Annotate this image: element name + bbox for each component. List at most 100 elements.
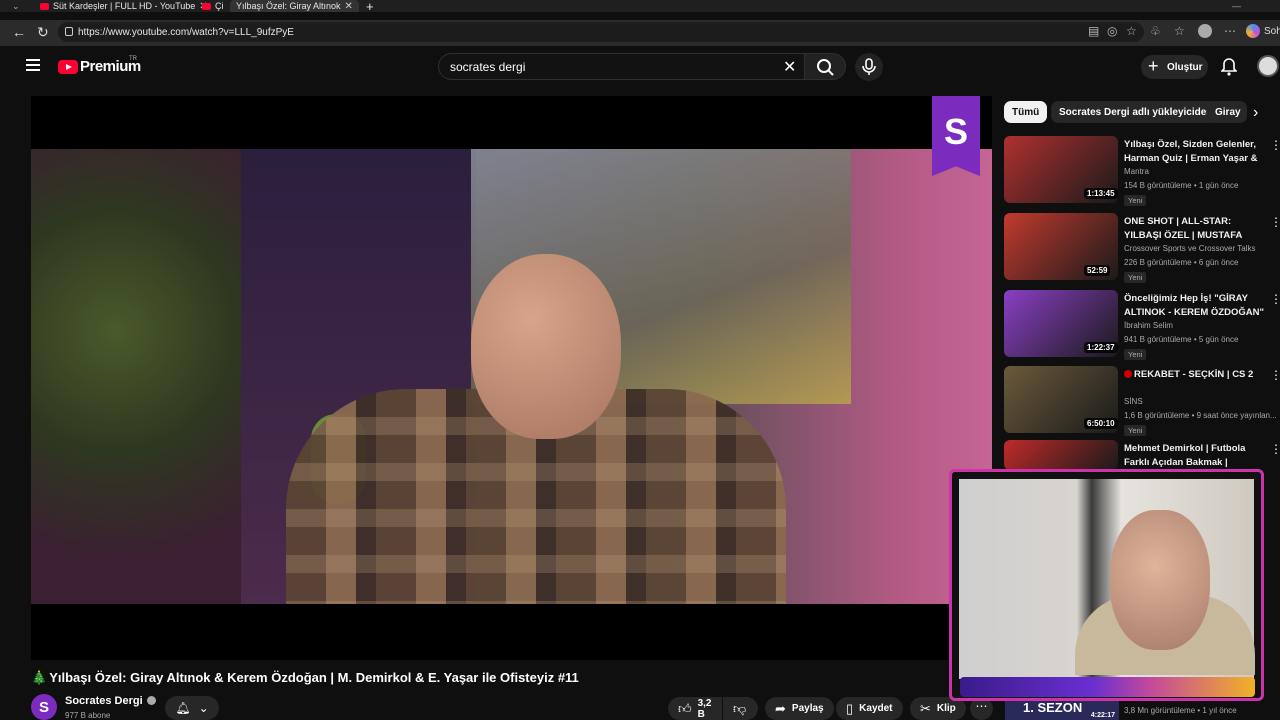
video-duration: 1:22:37 [1084,342,1118,353]
hamburger-menu-icon[interactable] [26,59,40,71]
bookmark-icon: ▯ [846,700,854,716]
favorite-star-icon[interactable]: ☆ [1126,24,1137,38]
video-player[interactable]: S [31,96,992,660]
recommendation-title[interactable]: Önceliğimiz Hep İş! "GİRAY ALTINOK - KER… [1124,292,1264,320]
partial-recommendation-meta: 3,8 Mn görüntüleme • 1 yıl önce [1124,706,1237,715]
partial-thumb-text: 1. SEZON [1023,700,1083,715]
back-arrow-icon[interactable]: ← [12,24,26,40]
christmas-tree [31,149,241,604]
verified-check-icon [146,696,156,705]
channel-watermark-logo[interactable]: S [932,96,980,176]
chip-from-uploader[interactable]: Socrates Dergi adlı yükleyiciden [1051,101,1221,123]
browser-tab-1[interactable]: Süt Kardeşler | FULL HD - YouTube ✕ [40,0,208,12]
browser-tab-active[interactable]: Yılbaşı Özel: Giray Altınok ✕ [230,0,359,12]
bell-icon: 🔔︎ [175,701,191,715]
save-button[interactable]: ▯ Kaydet [836,697,903,720]
youtube-logo-icon[interactable] [58,60,78,74]
channel-avatar[interactable]: S [31,694,57,720]
voice-search-button[interactable] [855,53,883,81]
tracking-off-icon[interactable]: ◎ [1107,24,1117,38]
recommendation-title-text: ONE SHOT | ALL-STAR: YILBAŞI ÖZEL | MUST… [1124,216,1243,241]
recommendation-channel[interactable]: SİNS [1124,397,1274,406]
copilot-icon[interactable] [1246,24,1260,38]
recommendation-title[interactable]: Mehmet Demirkol | Futbola Farklı Açıdan … [1124,442,1264,470]
minimize-window-icon[interactable]: — [1232,0,1241,12]
close-tab-icon[interactable]: ✕ [345,1,353,12]
kebab-menu-icon[interactable]: ⋮ [1270,292,1280,306]
browser-tab-2[interactable]: Çi [202,0,224,12]
search-input[interactable]: socrates dergi [438,53,808,80]
search-icon [817,59,834,76]
more-menu-icon[interactable]: ⋯ [1224,24,1236,38]
share-arrow-icon: ➦ [775,700,786,716]
reload-icon[interactable]: ↻ [37,24,49,41]
recommendation-channel[interactable]: Mantra [1124,167,1274,176]
chip-label: Tümü [1012,106,1040,118]
dislike-button[interactable]: 👎︎ [723,697,758,720]
subscription-notifications-button[interactable]: 🔔︎ ⌄ [165,696,219,720]
recommendation-thumbnail[interactable] [1004,440,1118,470]
account-avatar[interactable] [1257,55,1279,77]
partial-duration: 4:22:17 [1090,712,1115,719]
recommendation-title-text: Yılbaşı Özel, Sizden Gelenler, Harman Qu… [1124,139,1258,164]
chip-giray[interactable]: Giray [1207,101,1247,123]
youtube-watch-page: ⌄ Süt Kardeşler | FULL HD - YouTube ✕ Çi… [0,0,1280,720]
recommendation-meta: 226 B görüntüleme • 6 gün önce [1124,258,1239,267]
recommendation-item[interactable]: 1:22:37 Önceliğimiz Hep İş! "GİRAY ALTINO… [1004,290,1280,360]
recommendation-title[interactable]: ONE SHOT | ALL-STAR: YILBAŞI ÖZEL | MUST… [1124,215,1264,243]
kebab-menu-icon[interactable]: ⋮ [1270,368,1280,382]
recommendation-item[interactable]: 6:50:10 REKABET - SEÇKİN | CS 2 SİNS 1,6 B … [1004,366,1280,436]
profile-avatar-icon[interactable] [1198,24,1212,38]
clip-label: Klip [936,703,956,714]
youtube-favicon-icon [202,2,211,10]
new-tab-icon[interactable]: + [366,0,374,14]
video-duration: 52:59 [1084,265,1111,276]
new-badge: Yeni [1124,195,1147,206]
search-button[interactable] [804,53,846,80]
microphone-icon [862,58,876,75]
title-tree-emoji: 🎄 [31,670,48,685]
recommendation-channel[interactable]: İbrahim Selim [1124,321,1274,330]
recommendation-meta: 1,6 B görüntüleme • 9 saat önce yayınlan… [1124,411,1277,420]
clear-search-icon[interactable]: ✕ [783,57,796,77]
new-badge: Yeni [1124,349,1147,360]
recommendation-channel[interactable]: Crossover Sports ve Crossover Talks [1124,244,1274,253]
watermark-letter: S [943,111,968,152]
chevron-right-icon[interactable]: › [1253,104,1258,122]
extensions-icon[interactable]: ♧ [1150,24,1161,38]
recommendation-title-text: Mehmet Demirkol | Futbola Farklı Açıdan … [1124,443,1246,468]
notifications-bell-icon[interactable] [1221,58,1237,76]
webcam-gradient-bar [960,677,1255,697]
recommendation-title[interactable]: REKABET - SEÇKİN | CS 2 [1124,368,1264,382]
kebab-menu-icon[interactable]: ⋮ [1270,138,1280,152]
share-button[interactable]: ➦ Paylaş [765,697,834,720]
collections-icon[interactable]: ☆ [1174,24,1185,38]
partial-recommendation-thumbnail[interactable]: 1. SEZON 4:22:17 [1005,700,1119,720]
like-count: 3,2 B [697,697,712,720]
save-label: Kaydet [859,703,893,714]
kebab-menu-icon[interactable]: ⋮ [1270,442,1280,456]
channel-name[interactable]: Socrates Dergi [65,695,156,707]
recommendation-title[interactable]: Yılbaşı Özel, Sizden Gelenler, Harman Qu… [1124,138,1264,166]
plus-icon: + [1148,56,1159,76]
recommendation-item[interactable]: 52:59 ONE SHOT | ALL-STAR: YILBAŞI ÖZEL |… [1004,213,1280,283]
chip-label: Socrates Dergi adlı yükleyiciden [1059,106,1213,118]
create-label: Oluştur [1167,61,1203,73]
create-button[interactable]: + Oluştur [1141,55,1208,79]
chip-all[interactable]: Tümü [1004,101,1048,123]
url-field[interactable]: https://www.youtube.com/watch?v=LLL_9ufz… [58,22,1144,42]
profile-label[interactable]: Soh [1264,26,1280,37]
tab-list-chevron-icon[interactable]: ⌄ [12,0,20,12]
url-text: https://www.youtube.com/watch?v=LLL_9ufz… [78,26,294,38]
lock-icon [65,27,73,36]
tab-label: Süt Kardeşler | FULL HD - YouTube [53,1,196,11]
recommendation-title-text: Önceliğimiz Hep İş! "GİRAY ALTINOK - KER… [1124,293,1264,318]
like-button[interactable]: 👍︎ 3,2 B [668,697,722,720]
recommendation-item[interactable]: 1:13:45 Yılbaşı Özel, Sizden Gelenler, Ha… [1004,136,1280,206]
chip-label: Giray [1215,106,1241,118]
reader-mode-icon[interactable]: ▤ [1088,24,1099,38]
kebab-menu-icon[interactable]: ⋮ [1270,215,1280,229]
streamer-face [1110,510,1210,650]
tab-label: Çi [215,1,224,11]
browser-tab-strip: ⌄ Süt Kardeşler | FULL HD - YouTube ✕ Çi… [0,0,1280,14]
